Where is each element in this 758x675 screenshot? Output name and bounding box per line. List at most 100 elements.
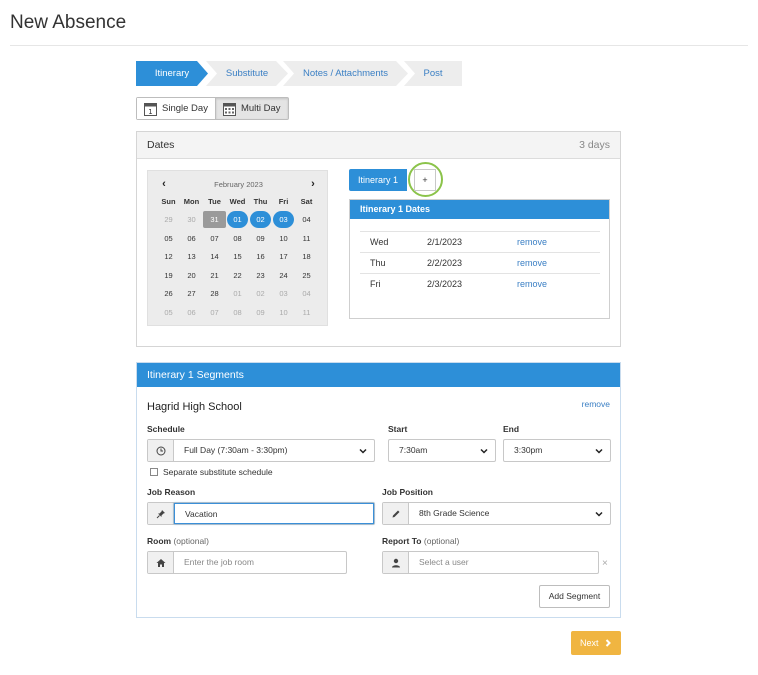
calendar-day[interactable]: 15: [226, 248, 249, 265]
weekday-header: Sun: [161, 196, 176, 206]
pin-icon: [148, 503, 174, 524]
calendar-day[interactable]: 02: [249, 285, 272, 302]
calendar-day[interactable]: 14: [203, 248, 226, 265]
chevron-right-icon[interactable]: ›: [306, 178, 320, 190]
calendar-day[interactable]: 29: [157, 211, 180, 228]
calendar-day[interactable]: 23: [249, 267, 272, 284]
calendar-day[interactable]: 13: [180, 248, 203, 265]
job-reason-input[interactable]: Vacation: [147, 502, 375, 525]
calendar-day[interactable]: 21: [203, 267, 226, 284]
end-time-select[interactable]: 3:30pm: [503, 439, 611, 462]
calendar-day[interactable]: 10: [272, 304, 295, 321]
room-input[interactable]: Enter the job room: [147, 551, 347, 574]
calendar-day[interactable]: 31: [203, 211, 226, 229]
remove-segment-link[interactable]: remove: [582, 399, 610, 409]
dates-title: Dates: [147, 139, 175, 151]
add-itinerary-button[interactable]: +: [414, 169, 436, 191]
calendar-day[interactable]: 20: [180, 267, 203, 284]
step-notes[interactable]: Notes / Attachments: [283, 61, 408, 86]
step-substitute[interactable]: Substitute: [206, 61, 288, 86]
calendar-day[interactable]: 06: [180, 230, 203, 247]
multi-day-button[interactable]: Multi Day: [214, 98, 288, 119]
calendar-day[interactable]: 08: [226, 230, 249, 247]
calendar-day[interactable]: 08: [226, 304, 249, 321]
date-row-date: 2/1/2023: [427, 237, 463, 247]
itinerary-dates-box: Itinerary 1 Dates Wed 2/1/2023 remove Th…: [349, 199, 610, 319]
calendar-day[interactable]: 02: [250, 211, 271, 229]
single-day-label: Single Day: [162, 103, 208, 114]
end-time-value: 3:30pm: [514, 445, 543, 455]
start-time-select[interactable]: 7:30am: [388, 439, 496, 462]
calendar-day[interactable]: 26: [157, 285, 180, 302]
calendar-day[interactable]: 27: [180, 285, 203, 302]
step-post[interactable]: Post: [404, 61, 462, 86]
calendar-day[interactable]: 05: [157, 230, 180, 247]
calendar-day[interactable]: 04: [295, 285, 318, 302]
weekday-header: Thu: [253, 196, 268, 206]
calendar-day[interactable]: 18: [295, 248, 318, 265]
chevron-down-icon: [480, 448, 488, 454]
date-row-day: Fri: [370, 279, 381, 289]
chevron-right-icon: [605, 638, 611, 647]
job-position-select[interactable]: 8th Grade Science: [382, 502, 611, 525]
calendar-day[interactable]: 25: [295, 267, 318, 284]
calendar-day[interactable]: 01: [226, 285, 249, 302]
calendar-day[interactable]: 06: [180, 304, 203, 321]
multi-day-label: Multi Day: [240, 103, 281, 114]
calendar-day[interactable]: 12: [157, 248, 180, 265]
itinerary-date-row: Thu 2/2/2023 remove: [360, 252, 600, 273]
report-to-input[interactable]: Select a user: [382, 551, 599, 574]
chevron-left-icon[interactable]: ‹: [157, 178, 171, 190]
calendar-day[interactable]: 16: [249, 248, 272, 265]
step-itinerary[interactable]: Itinerary: [136, 61, 208, 86]
tab-itinerary-1[interactable]: Itinerary 1: [349, 169, 407, 191]
calendar-day[interactable]: 17: [272, 248, 295, 265]
calendar-day[interactable]: 07: [203, 304, 226, 321]
calendar-day[interactable]: 24: [272, 267, 295, 284]
calendar-day[interactable]: 01: [227, 211, 248, 229]
room-placeholder[interactable]: Enter the job room: [174, 552, 346, 573]
calendar-day[interactable]: 19: [157, 267, 180, 284]
calendar-day[interactable]: 11: [295, 304, 318, 321]
calendar-day[interactable]: 30: [180, 211, 203, 228]
schedule-value: Full Day (7:30am - 3:30pm): [174, 440, 374, 461]
single-day-button[interactable]: 1 Single Day: [137, 98, 215, 119]
calendar-day[interactable]: 04: [295, 211, 318, 228]
home-icon: [148, 552, 174, 573]
job-reason-label: Job Reason: [147, 487, 196, 497]
calendar-day[interactable]: 22: [226, 267, 249, 284]
schedule-select[interactable]: Full Day (7:30am - 3:30pm): [147, 439, 375, 462]
date-row-date: 2/2/2023: [427, 258, 463, 268]
add-segment-button[interactable]: Add Segment: [539, 585, 610, 608]
calendar-day[interactable]: 09: [249, 230, 272, 247]
calendar-day[interactable]: 10: [272, 230, 295, 247]
weekday-header: Wed: [229, 196, 246, 206]
job-reason-value[interactable]: Vacation: [174, 503, 374, 524]
date-row-remove-link[interactable]: remove: [517, 274, 547, 295]
calendar-day[interactable]: 28: [203, 285, 226, 302]
date-row-remove-link[interactable]: remove: [517, 253, 547, 274]
dates-count: 3 days: [579, 139, 610, 151]
calendar-day[interactable]: 03: [272, 285, 295, 302]
date-row-remove-link[interactable]: remove: [517, 232, 547, 253]
clear-icon[interactable]: ×: [602, 558, 608, 569]
pencil-icon: [383, 503, 409, 524]
calendar-day[interactable]: 09: [249, 304, 272, 321]
separate-schedule-option[interactable]: Separate substitute schedule: [150, 467, 273, 477]
calendar-day[interactable]: 07: [203, 230, 226, 247]
room-optional: (optional): [173, 536, 209, 546]
calendar-day[interactable]: 03: [273, 211, 294, 229]
segments-title: Itinerary 1 Segments: [137, 363, 620, 387]
calendar-day[interactable]: 11: [295, 230, 318, 247]
next-button[interactable]: Next: [571, 631, 621, 655]
date-picker: ‹ February 2023 › Sun Mon Tue Wed Thu Fri Sat 2…: [147, 170, 328, 326]
separate-schedule-label: Separate substitute schedule: [163, 467, 273, 477]
calendar-day[interactable]: 05: [157, 304, 180, 321]
chevron-down-icon: [595, 448, 603, 454]
itinerary-dates-title: Itinerary 1 Dates: [350, 200, 609, 219]
dates-panel: Dates 3 days ‹ February 2023 › Sun Mon Tue…: [136, 131, 621, 347]
report-to-placeholder[interactable]: Select a user: [409, 552, 598, 573]
job-position-label: Job Position: [382, 487, 433, 497]
separate-schedule-checkbox[interactable]: [150, 468, 158, 476]
end-label: End: [503, 424, 520, 434]
